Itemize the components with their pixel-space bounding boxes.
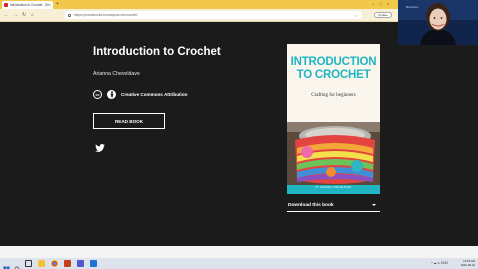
url-text: https://pressbooks.bccampus.ca/crochet/ <box>74 13 138 17</box>
crochet-basket-photo <box>287 122 380 185</box>
license-info: cc Creative Commons Attribution <box>93 90 187 99</box>
reload-button[interactable]: ↻ <box>22 12 26 18</box>
twitter-icon[interactable] <box>95 139 105 157</box>
windows-start-icon[interactable] <box>3 260 10 269</box>
page-footer-strip <box>0 246 478 258</box>
back-button[interactable]: ← <box>4 12 9 18</box>
webcam-label: BCcampus <box>406 6 419 9</box>
book-cover[interactable]: INTRODUCTION TO CROCHET Crafting for beg… <box>287 44 380 194</box>
zoom-icon[interactable] <box>90 260 97 267</box>
download-label: Download this book <box>288 202 334 208</box>
tab-title: Introduction to Crochet - Sim... <box>10 3 49 7</box>
cover-author: BY ARIANNA CHEVELDAVE <box>315 187 352 189</box>
browser-menu-icon[interactable]: ⋮ <box>389 12 393 17</box>
windows-taskbar: ^ ☁ ⊡ ENG 10:51 AM 2022-06-22 <box>0 258 478 269</box>
chevron-down-icon <box>372 204 376 206</box>
task-view-icon[interactable] <box>25 260 32 267</box>
address-bar[interactable]: https://pressbooks.bccampus.ca/crochet/ … <box>64 11 362 19</box>
cover-subtitle: Crafting for beginners <box>311 93 356 98</box>
book-author: Arianna Cheveldave <box>93 71 140 77</box>
new-tab-button[interactable]: + <box>56 1 59 8</box>
search-icon[interactable] <box>14 260 21 269</box>
chrome-icon[interactable] <box>51 260 58 267</box>
clock-date: 2022-06-22 <box>460 263 475 267</box>
creative-commons-icon: cc <box>93 90 102 99</box>
star-icon[interactable]: ☆ <box>354 13 358 18</box>
forward-button[interactable]: → <box>13 12 18 18</box>
tab-close-icon[interactable]: × <box>49 3 51 7</box>
home-button[interactable]: ⌂ <box>31 12 34 18</box>
file-explorer-icon[interactable] <box>38 260 45 267</box>
teams-icon[interactable] <box>77 260 84 267</box>
attribution-icon <box>107 90 116 99</box>
cover-title-line2: TO CROCHET <box>296 69 371 81</box>
book-title: Introduction to Crochet <box>93 46 221 58</box>
webcam-overlay: BCcampus <box>398 0 478 45</box>
cover-title: INTRODUCTION TO CROCHET <box>287 56 380 82</box>
pressbooks-favicon-icon <box>4 3 8 7</box>
book-landing-page: Introduction to Crochet Arianna Chevelda… <box>0 22 478 246</box>
download-book-dropdown[interactable]: Download this book <box>287 199 380 212</box>
read-book-button[interactable]: READ BOOK <box>93 113 165 129</box>
license-text: Creative Commons Attribution <box>121 92 188 97</box>
lock-icon <box>68 13 71 17</box>
powerpoint-icon[interactable] <box>64 260 71 267</box>
system-tray[interactable]: ^ ☁ ⊡ ENG <box>431 261 448 265</box>
taskbar-clock[interactable]: 10:51 AM 2022-06-22 <box>461 259 475 267</box>
cover-title-line1: INTRODUCTION <box>290 56 377 68</box>
window-controls[interactable]: –□× <box>372 1 394 6</box>
browser-tab[interactable]: Introduction to Crochet - Sim... × <box>2 1 53 9</box>
